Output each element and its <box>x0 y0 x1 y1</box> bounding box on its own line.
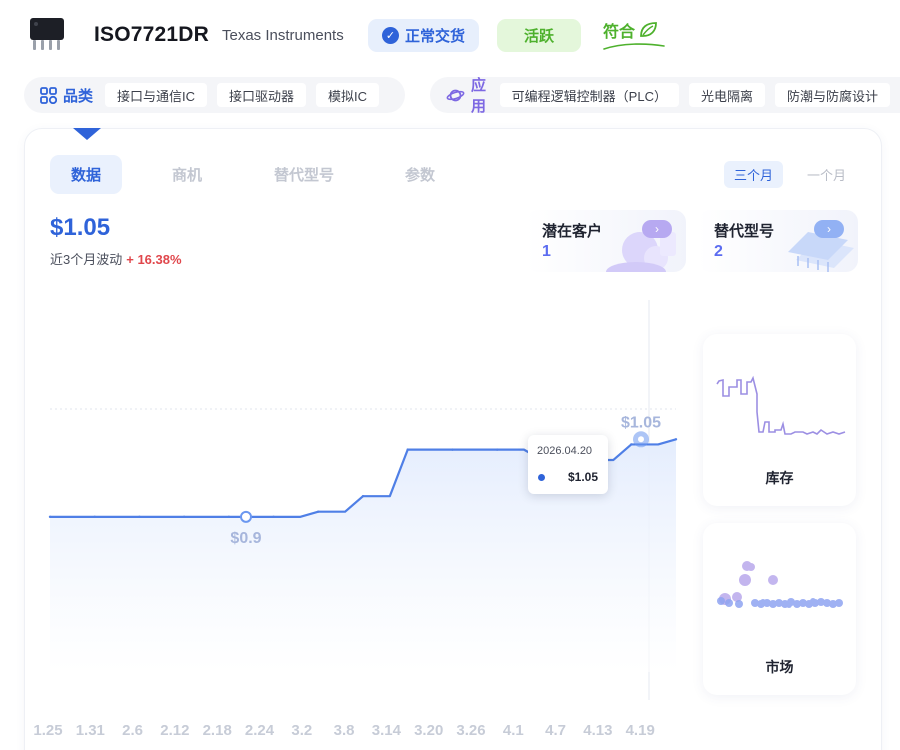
price-point <box>317 510 320 513</box>
price-point <box>361 494 365 498</box>
x-axis-tick-label: 4.1 <box>503 722 524 739</box>
inventory-sparkline <box>716 375 846 435</box>
price-point <box>48 515 52 519</box>
x-axis-tick-label: 2.18 <box>203 722 232 739</box>
market-scatter <box>717 561 843 608</box>
x-axis-tick-label: 3.2 <box>291 722 312 739</box>
market-label: 市场 <box>765 659 794 675</box>
tooltip-date: 2026.04.20 <box>537 445 593 457</box>
price-point <box>630 443 633 446</box>
current-price-marker-core <box>638 436 644 443</box>
price-point <box>182 515 186 519</box>
x-axis-tick-label: 4.19 <box>626 722 655 739</box>
x-axis-tick-label: 1.31 <box>76 722 105 739</box>
x-axis-tick-label: 2.24 <box>245 722 275 739</box>
inventory-card[interactable]: 库存 <box>703 334 856 506</box>
low-price-marker <box>240 510 252 523</box>
tooltip-series-dot <box>538 474 545 481</box>
x-axis-tick-label: 3.14 <box>372 722 402 739</box>
price-point <box>138 515 141 519</box>
x-axis-tick-label: 1.25 <box>33 722 62 739</box>
x-axis-tick-label: 3.26 <box>456 722 485 739</box>
x-axis-tick-label: 4.7 <box>545 722 566 739</box>
price-point <box>406 448 409 451</box>
price-point <box>272 515 275 519</box>
x-axis-tick-label: 2.12 <box>160 722 189 739</box>
price-point <box>93 515 96 519</box>
inventory-label: 库存 <box>765 470 794 486</box>
price-point <box>674 438 678 441</box>
price-point <box>451 448 454 451</box>
market-card[interactable]: 市场 <box>703 523 856 695</box>
tooltip-value: $1.05 <box>567 470 598 484</box>
x-axis-tick-label: 2.6 <box>122 722 143 739</box>
x-axis-tick-label: 4.13 <box>583 722 612 739</box>
price-point <box>227 515 231 519</box>
x-axis-tick-label: 3.20 <box>414 722 443 739</box>
chart-tooltip: 2026.04.20 $1.05 <box>528 435 608 494</box>
current-price-label: $1.05 <box>621 414 661 431</box>
price-point <box>495 448 499 451</box>
x-axis-tick-label: 3.8 <box>334 722 355 739</box>
low-price-label: $0.9 <box>230 530 261 547</box>
